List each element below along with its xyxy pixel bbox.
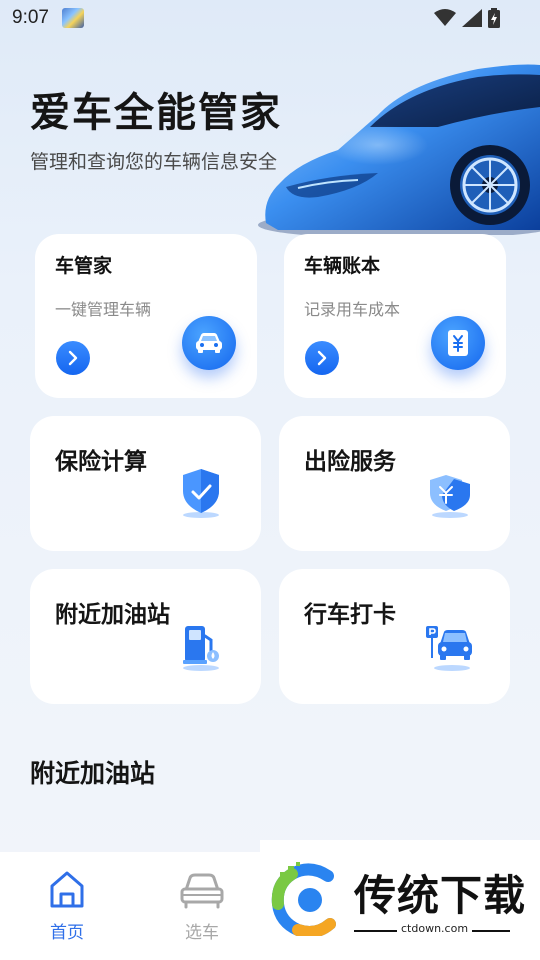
section-title-nearby-gas: 附近加油站 <box>30 759 156 788</box>
card-vehicle-manager[interactable]: 车管家 一键管理车辆 <box>35 234 257 398</box>
gas-station-icon <box>183 626 219 671</box>
status-time: 9:07 <box>12 7 49 28</box>
card-title: 保险计算 <box>55 449 147 475</box>
wifi-icon <box>434 9 456 26</box>
card-title: 行车打卡 <box>304 602 396 628</box>
card-title: 附近加油站 <box>55 602 170 628</box>
card-vehicle-ledger[interactable]: 车辆账本 记录用车成本 <box>284 234 506 398</box>
watermark-text: 传统下载 <box>354 871 527 920</box>
watermark-url: ctdown.com <box>397 922 473 935</box>
battery-charging-icon <box>488 8 500 28</box>
tab-home[interactable]: 首页 <box>32 870 102 943</box>
card-title: 车辆账本 <box>304 255 381 277</box>
tab-label: 首页 <box>50 923 84 943</box>
card-subtitle: 记录用车成本 <box>304 300 401 319</box>
shield-check-icon <box>183 469 219 518</box>
card-driving-checkin[interactable]: 行车打卡 <box>279 569 510 704</box>
car-icon <box>182 316 236 370</box>
app-notification-icon <box>62 8 84 28</box>
hero-car-image <box>258 64 540 235</box>
card-subtitle: 一键管理车辆 <box>55 300 152 319</box>
card-title: 车管家 <box>55 255 113 277</box>
watermark-overlay: 传统下载 ctdown.com <box>260 840 540 960</box>
chevron-right-icon[interactable] <box>305 341 339 375</box>
parking-car-icon <box>426 626 472 671</box>
shield-yuan-icon <box>430 475 470 518</box>
card-claim-service[interactable]: 出险服务 <box>279 416 510 551</box>
hero-subtitle: 管理和查询您的车辆信息安全 <box>30 151 278 173</box>
hero-title: 爱车全能管家 <box>30 90 282 136</box>
status-bar: 9:07 <box>0 0 540 36</box>
watermark-logo-icon <box>271 862 336 936</box>
card-nearby-gas[interactable]: 附近加油站 <box>30 569 261 704</box>
car-front-icon <box>180 873 224 909</box>
signal-icon <box>462 9 482 27</box>
card-insurance-calc[interactable]: 保险计算 <box>30 416 261 551</box>
tab-choose-car[interactable]: 选车 <box>167 870 237 943</box>
status-icons <box>434 8 500 28</box>
yuan-ledger-icon <box>431 316 485 370</box>
chevron-right-icon[interactable] <box>56 341 90 375</box>
card-title: 出险服务 <box>304 449 396 475</box>
home-icon <box>50 871 84 908</box>
tab-label: 选车 <box>185 923 219 943</box>
